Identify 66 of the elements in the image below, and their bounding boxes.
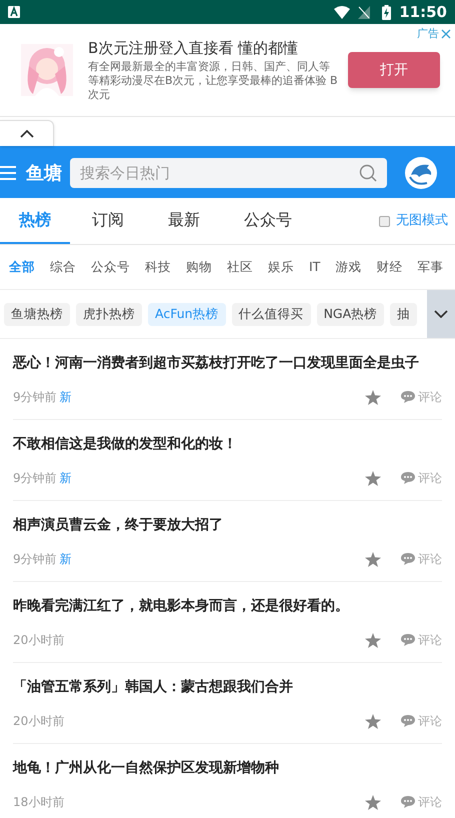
category-item[interactable]: 社区 xyxy=(227,258,253,276)
menu-icon[interactable] xyxy=(0,165,18,181)
source-chip[interactable]: NGA热榜 xyxy=(316,302,384,326)
star-icon[interactable] xyxy=(365,714,381,728)
speech-bubble-icon xyxy=(401,553,415,565)
source-chip[interactable]: 抽 xyxy=(390,302,418,326)
article-title[interactable]: 恶心！河南一消费者到超市买荔枝打开吃了一口发现里面全是虫子 xyxy=(13,353,442,373)
category-item[interactable]: 游戏 xyxy=(335,258,362,276)
ad-label: 广告 xyxy=(417,26,439,42)
app-logo: 鱼塘 xyxy=(26,162,62,186)
category-item[interactable]: 科技 xyxy=(145,258,171,276)
no-signal-icon xyxy=(358,6,370,18)
speech-bubble-icon xyxy=(401,472,415,484)
app-notification-icon xyxy=(8,6,20,18)
chevron-up-icon xyxy=(20,130,34,138)
clock-time: 11:50 xyxy=(399,2,447,23)
source-chip[interactable]: 虎扑热榜 xyxy=(76,302,142,326)
star-icon[interactable] xyxy=(365,390,381,404)
new-tag: 新 xyxy=(60,550,72,568)
expand-button[interactable] xyxy=(427,290,455,338)
article-time: 9分钟前 xyxy=(13,470,57,487)
speech-bubble-icon xyxy=(401,796,415,808)
article-title[interactable]: 昨晚看完满江红了，就电影本身而言，还是很好看的。 xyxy=(13,596,442,616)
speech-bubble-icon xyxy=(401,391,415,403)
speech-bubble-icon xyxy=(401,634,415,646)
search-input[interactable]: 搜索今日热门 xyxy=(80,162,359,184)
collapse-tab[interactable] xyxy=(0,120,54,146)
source-chip[interactable]: 什么值得买 xyxy=(232,302,311,326)
article-time: 20小时前 xyxy=(13,713,64,730)
new-tag: 新 xyxy=(60,469,72,487)
article-title[interactable]: 「油管五常系列」韩国人：蒙古想跟我们合并 xyxy=(13,677,442,697)
star-icon[interactable] xyxy=(365,794,381,810)
new-tag: 新 xyxy=(60,388,72,406)
article-time: 20小时前 xyxy=(13,632,64,649)
category-item[interactable]: 公众号 xyxy=(91,258,130,276)
category-item[interactable]: 购物 xyxy=(186,258,212,276)
source-chip[interactable]: 鱼塘热榜 xyxy=(4,302,70,326)
star-icon[interactable] xyxy=(365,632,381,648)
chevron-down-icon xyxy=(434,310,448,318)
article-time: 9分钟前 xyxy=(13,389,57,406)
category-item[interactable]: 军事 xyxy=(417,258,444,276)
article-title[interactable]: 不敢相信这是我做的发型和化的妆！ xyxy=(13,434,442,454)
ad-title: B次元注册登入直接看 懂的都懂 xyxy=(88,38,300,58)
search-field[interactable]: 搜索今日热门 xyxy=(70,158,387,188)
close-icon[interactable] xyxy=(441,29,451,40)
article-title[interactable]: 地龟！广州从化一自然保护区发现新增物种 xyxy=(13,758,442,778)
category-item[interactable]: 娱乐 xyxy=(268,258,294,276)
search-icon[interactable] xyxy=(359,164,377,182)
article-title[interactable]: 相声演员曹云金，终于要放大招了 xyxy=(13,515,442,535)
wifi-icon xyxy=(334,6,350,18)
tab[interactable]: 订阅 xyxy=(70,198,146,244)
battery-charging-icon xyxy=(382,4,392,20)
tab[interactable]: 最新 xyxy=(146,198,222,244)
tab[interactable]: 公众号 xyxy=(222,198,314,244)
star-icon[interactable] xyxy=(365,552,381,566)
checkbox[interactable] xyxy=(379,216,390,226)
category-item[interactable]: 财经 xyxy=(376,258,402,276)
article-time: 9分钟前 xyxy=(13,551,57,568)
article-time: 18小时前 xyxy=(13,794,64,811)
category-item[interactable]: 综合 xyxy=(50,258,76,276)
star-icon[interactable] xyxy=(365,470,381,486)
speech-bubble-icon xyxy=(401,715,415,727)
open-button[interactable]: 打开 xyxy=(348,52,440,88)
shark-avatar-icon[interactable] xyxy=(405,157,437,189)
category-item[interactable]: IT xyxy=(309,258,320,276)
ad-description: 有全网最新最全的丰富资源，日韩、国产、同人等等精彩动漫尽在B次元，让您享受最棒的追番体验 B次元 xyxy=(88,60,338,102)
